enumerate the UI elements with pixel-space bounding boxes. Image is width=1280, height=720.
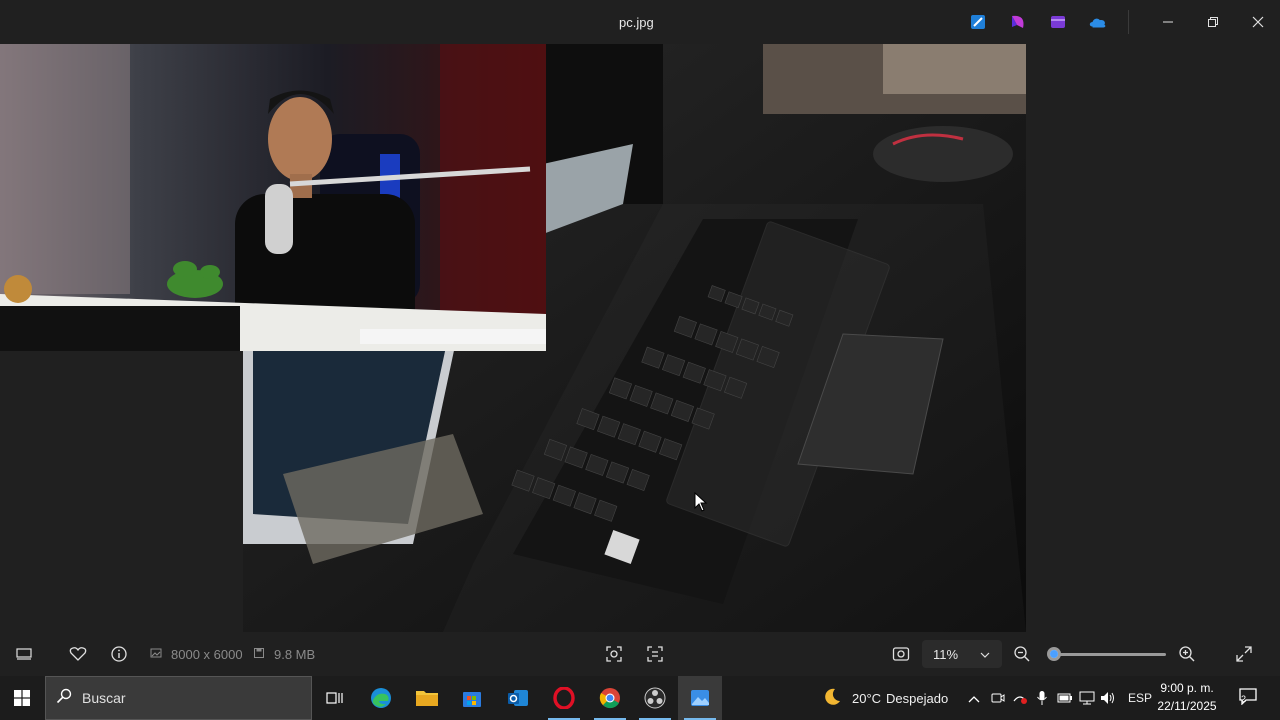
photos-app-window: pc.jpg 8000 x 6000 9.8 MB 11% Buscar 20°…	[0, 0, 1280, 720]
meet-now-icon[interactable]	[991, 676, 1005, 720]
language-indicator[interactable]: ESP	[1128, 676, 1152, 720]
wired-network-icon[interactable]	[1079, 676, 1095, 720]
title-bar: pc.jpg	[0, 0, 1280, 44]
filmstrip-icon[interactable]	[14, 632, 34, 676]
weather-temp: 20°C	[852, 690, 882, 706]
start-button[interactable]	[0, 676, 44, 720]
mouse-cursor	[694, 491, 708, 517]
clock-date: 22/11/2025	[1157, 699, 1217, 713]
file-size-text: 9.8 MB	[274, 646, 316, 662]
dimensions-text: 8000 x 6000	[171, 646, 243, 662]
restore-button[interactable]	[1190, 0, 1235, 44]
video-editor-icon[interactable]	[1048, 12, 1068, 32]
close-button[interactable]	[1235, 0, 1280, 44]
weather-widget[interactable]: 20°C Despejado	[822, 676, 948, 720]
window-controls	[1145, 0, 1280, 44]
visual-search-button[interactable]	[605, 632, 623, 676]
search-input[interactable]	[82, 690, 282, 706]
clipchamp-icon[interactable]	[968, 12, 988, 32]
designer-icon[interactable]	[1008, 12, 1028, 32]
notification-count: 2	[1241, 694, 1247, 704]
favorite-icon[interactable]	[69, 632, 87, 676]
title-app-icons	[968, 12, 1108, 32]
search-icon	[56, 688, 72, 709]
windows-logo-icon	[14, 690, 30, 706]
store-icon[interactable]	[450, 676, 494, 720]
fit-icon[interactable]	[892, 632, 910, 676]
zoom-out-icon[interactable]	[1013, 632, 1031, 676]
zoom-level-dropdown[interactable]: 11%	[922, 640, 1002, 668]
title-separator	[1128, 10, 1129, 34]
weather-condition: Despejado	[886, 690, 949, 706]
battery-icon[interactable]	[1057, 676, 1073, 720]
zoom-slider-track[interactable]	[1054, 653, 1166, 656]
photos-icon[interactable]	[678, 676, 722, 720]
chevron-down-icon	[980, 647, 990, 662]
chevron-up-icon	[968, 691, 980, 706]
image-dimensions: 8000 x 6000	[150, 632, 243, 676]
network-alert-icon[interactable]	[1012, 676, 1028, 720]
microphone-icon[interactable]	[1036, 676, 1048, 720]
window-title: pc.jpg	[619, 15, 654, 30]
webcam-overlay	[0, 44, 546, 351]
minimize-button[interactable]	[1145, 0, 1190, 44]
outlook-icon[interactable]	[496, 676, 540, 720]
chrome-icon[interactable]	[588, 676, 632, 720]
file-explorer-icon[interactable]	[405, 676, 449, 720]
file-size: 9.8 MB	[253, 632, 315, 676]
task-view-icon[interactable]	[313, 676, 357, 720]
image-viewer-canvas[interactable]	[0, 44, 1280, 632]
text-recognition-button[interactable]	[646, 632, 664, 676]
zoom-slider-indicator	[1050, 650, 1058, 658]
obs-icon[interactable]	[633, 676, 677, 720]
opera-icon[interactable]	[542, 676, 586, 720]
show-hidden-icons-button[interactable]	[968, 676, 980, 720]
windows-taskbar: 20°C Despejado ESP 9:00 p. m. 2	[0, 676, 1280, 720]
taskbar-search[interactable]	[45, 676, 312, 720]
onedrive-icon[interactable]	[1088, 12, 1108, 32]
file-size-icon	[253, 647, 265, 662]
notification-center-button[interactable]	[1228, 676, 1268, 720]
dimensions-icon	[150, 647, 162, 662]
edge-icon[interactable]	[359, 676, 403, 720]
volume-icon[interactable]	[1100, 676, 1116, 720]
clock-time: 9:00 p. m.	[1160, 681, 1214, 695]
info-icon[interactable]	[110, 632, 128, 676]
zoom-in-icon[interactable]	[1178, 632, 1196, 676]
system-clock[interactable]: 9:00 p. m. 22/11/2025	[1152, 679, 1222, 715]
viewer-bottom-bar: 8000 x 6000 9.8 MB 11%	[0, 632, 1280, 676]
zoom-value: 11%	[933, 646, 959, 662]
moon-icon	[822, 687, 842, 710]
fullscreen-icon[interactable]	[1235, 632, 1253, 676]
